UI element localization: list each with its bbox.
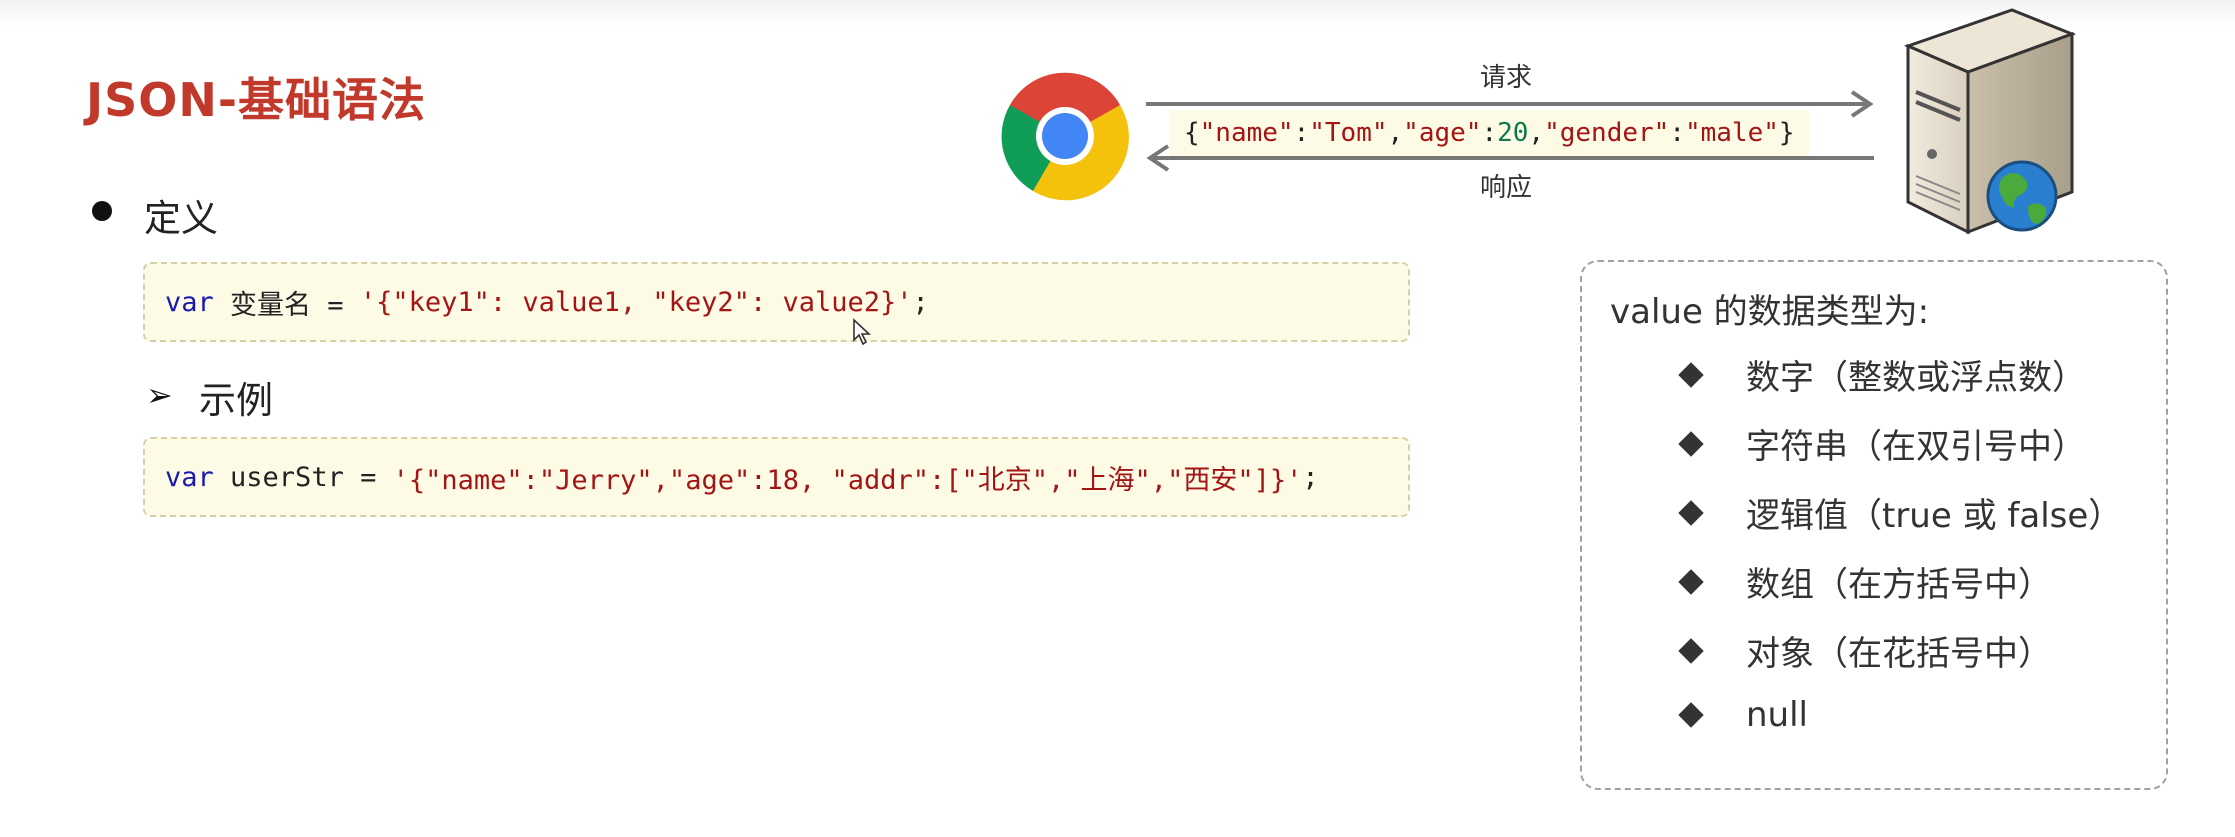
json-key: "gender"	[1544, 118, 1670, 148]
code-varname: 变量名 =	[213, 289, 360, 321]
slide-title: JSON-基础语法	[86, 73, 426, 127]
code-keyword: var	[165, 461, 214, 493]
json-value: "male"	[1684, 118, 1779, 148]
list-item-label: 数字（整数或浮点数）	[1746, 358, 2086, 398]
mouse-cursor-icon	[853, 318, 872, 346]
code-string: '{"name":"Jerry","age":18, "addr":["北京",…	[392, 464, 1303, 496]
arrow-bullet-icon: ➢	[146, 376, 173, 414]
diamond-bullet-icon	[1678, 361, 1704, 388]
example-label: 示例	[199, 379, 273, 422]
json-brace-close: }	[1778, 118, 1795, 148]
chrome-browser-icon	[1001, 72, 1129, 201]
json-value: "Tom"	[1309, 118, 1388, 148]
json-message-box: {"name": "Tom", "age":20, "gender": "male"}	[1170, 110, 1809, 156]
diamond-bullet-icon	[1678, 702, 1704, 728]
code-varname: userStr =	[213, 461, 393, 493]
diamond-bullet-icon	[1678, 637, 1704, 664]
diamond-bullet-icon	[1678, 499, 1704, 526]
code-keyword: var	[165, 286, 214, 318]
definition-code-box: var 变量名 = '{"key1": value1, "key2": valu…	[143, 262, 1410, 342]
value-types-title: value 的数据类型为:	[1610, 292, 1930, 332]
code-string: '{"key1": value1, "key2": value2}'	[359, 286, 913, 318]
list-item: 字符串（在双引号中）	[1678, 419, 2086, 468]
list-item: null	[1678, 695, 1808, 735]
list-item: 对象（在花括号中）	[1678, 626, 2052, 675]
bullet-dot-icon	[92, 201, 112, 221]
definition-label: 定义	[144, 197, 218, 240]
diamond-bullet-icon	[1678, 568, 1704, 595]
list-item-label: 数组（在方括号中）	[1746, 565, 2052, 605]
json-comma: ,	[1528, 118, 1545, 148]
code-end: ;	[912, 286, 929, 318]
list-item: 数组（在方括号中）	[1678, 557, 2052, 606]
json-colon: :	[1481, 118, 1498, 148]
request-label: 请求	[1480, 63, 1533, 93]
slide: JSON-基础语法 定义 var 变量名 = '{"key1": value1,…	[0, 0, 2235, 837]
example-code-box: var userStr = '{"name":"Jerry","age":18,…	[143, 437, 1410, 517]
value-types-panel: value 的数据类型为: 数字（整数或浮点数） 字符串（在双引号中） 逻辑值（…	[1580, 260, 2168, 790]
json-colon: :	[1669, 118, 1685, 148]
web-server-icon	[1903, 8, 2077, 235]
json-colon: :	[1293, 118, 1310, 148]
list-item-label: 对象（在花括号中）	[1746, 634, 2052, 674]
list-item-label: 逻辑值（true 或 false）	[1746, 496, 2123, 536]
json-key: "age"	[1403, 118, 1482, 148]
list-item: 数字（整数或浮点数）	[1678, 350, 2086, 399]
list-item-label: null	[1746, 695, 1808, 735]
list-item: 逻辑值（true 或 false）	[1678, 488, 2123, 537]
json-comma: ,	[1387, 118, 1404, 148]
json-brace-open: {	[1184, 118, 1200, 148]
json-value: 20	[1497, 118, 1529, 148]
list-item-label: 字符串（在双引号中）	[1746, 427, 2086, 467]
diamond-bullet-icon	[1678, 430, 1704, 457]
json-key: "name"	[1199, 118, 1294, 148]
code-end: ;	[1302, 461, 1319, 493]
